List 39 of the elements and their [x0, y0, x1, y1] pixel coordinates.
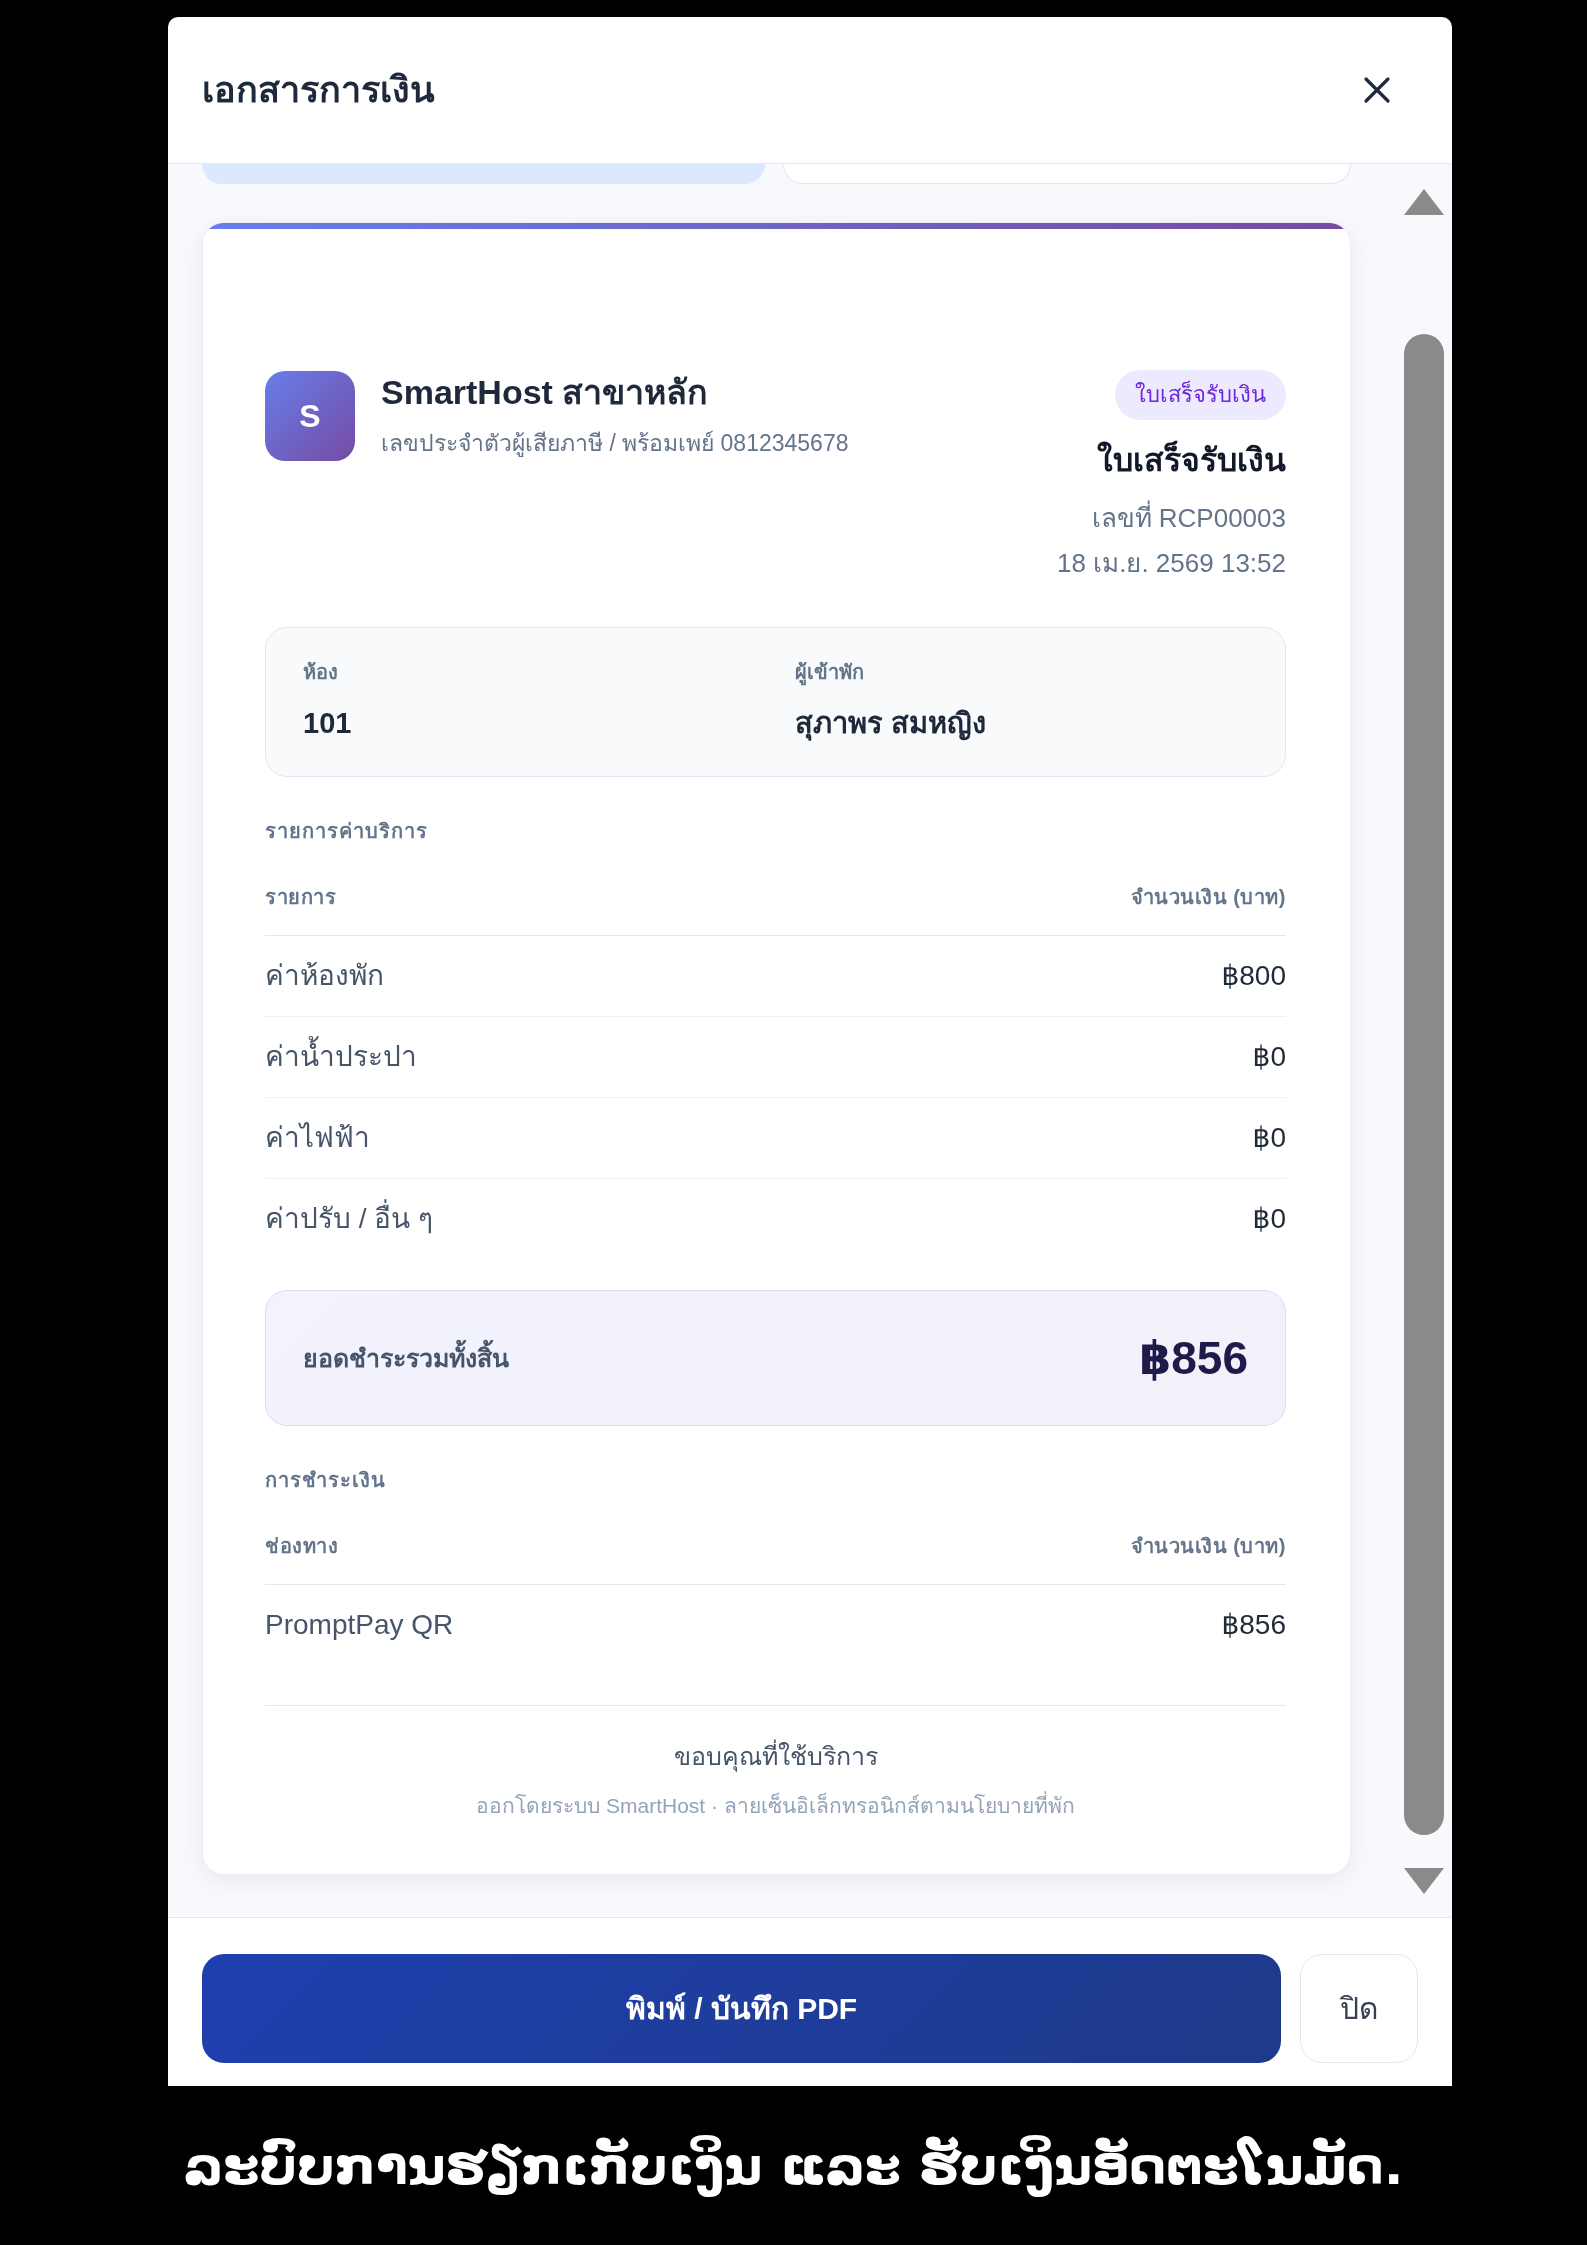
column-header: ช่องทาง — [265, 1534, 338, 1559]
caption-text: ລະບົບການຮຽກເກັບເງິນ ແລະ ຮັບເງິນອັດຕະໂນມັດ. — [183, 2134, 1404, 2199]
up-arrow-icon[interactable] — [1403, 189, 1444, 215]
amount-text: ฿0 — [1252, 1121, 1286, 1155]
info-label: ผู้เข้าพัก — [795, 657, 1248, 687]
section-heading: การชำระเงิน — [265, 1468, 387, 1493]
dialog-title: เอกสารการเงิน — [202, 68, 435, 112]
info-label: ห้อง — [303, 660, 339, 685]
total-label: ยอดชำระรวมทั้งสิ้น — [303, 1338, 509, 1378]
info-value: 101 — [303, 706, 353, 741]
info-value: สุภาพร สมหญิง — [795, 706, 988, 743]
document-type-tag: ใบเสร็จรับเงิน — [1115, 370, 1286, 420]
column-header: รายการ — [265, 885, 336, 910]
charge-item: ค่าไฟฟ้า — [265, 1121, 370, 1155]
amount-text: ฿800 — [1221, 959, 1286, 993]
print-button[interactable]: พิมพ์ / บันทึก PDF — [202, 1954, 1281, 2063]
column-header: จำนวนเงิน (บาท) — [1130, 1534, 1286, 1559]
business-subtitle: เลขประจำตัวผู้เสียภาษี / พร้อมเพย์ 0812345678 — [381, 429, 849, 459]
amount-text: ฿856 — [1221, 1608, 1286, 1642]
thanks-text: ขอบคุณที่ใช้บริการ — [265, 1738, 1286, 1774]
document-date: 18 เม.ย. 2569 13:52 — [1057, 547, 1286, 580]
scrollbar-thumb[interactable] — [1403, 334, 1444, 1835]
charge-item: ค่าปรับ / อื่น ๆ — [265, 1199, 434, 1239]
amount-text: ฿0 — [1252, 1040, 1286, 1074]
column-header: จำนวนเงิน (บาท) — [1130, 885, 1286, 910]
document-title: ใบเสร็จรับเงิน — [1097, 439, 1286, 480]
close-icon[interactable] — [1363, 76, 1391, 104]
business-logo: S — [265, 371, 355, 461]
section-heading: รายการค่าบริการ — [265, 819, 429, 844]
issued-note: ออกโดยระบบ SmartHost · ลายเซ็นอิเล็กทรอนิกส์ตามนโยบายที่พัก — [265, 1790, 1286, 1822]
charge-item: ค่าห้องพัก — [265, 959, 384, 993]
down-arrow-icon[interactable] — [1403, 1868, 1444, 1894]
payment-method: PromptPay QR — [265, 1608, 454, 1642]
charge-item: ค่าน้ำประปา — [265, 1037, 417, 1077]
total-amount: ฿856 — [1139, 1331, 1248, 1386]
amount-text: ฿0 — [1252, 1202, 1286, 1236]
close-button[interactable]: ปิด — [1300, 1954, 1418, 2063]
business-name: SmartHost สาขาหลัก — [381, 372, 710, 413]
document-number: เลขที่ RCP00003 — [1091, 498, 1286, 538]
